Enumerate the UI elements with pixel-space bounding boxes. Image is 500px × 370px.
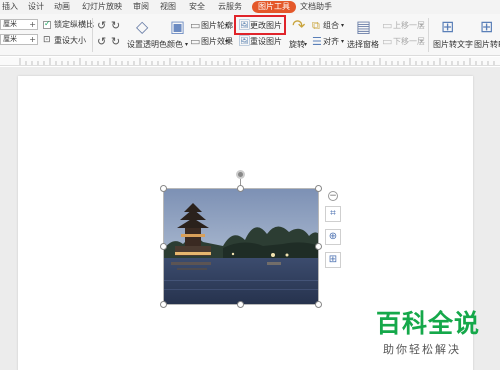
send-backward-dropdown-icon[interactable]: ▾ — [420, 37, 423, 47]
picture-effect-button[interactable]: 图片效果 — [201, 37, 233, 47]
flip-vertical-icon[interactable]: ↻ — [111, 36, 120, 47]
crop-tool-icon[interactable]: ⌗ — [325, 206, 341, 222]
transparency-icon: ◇ — [136, 17, 149, 36]
picture-outline-dropdown-icon[interactable]: ▾ — [225, 21, 228, 31]
tab-cloud-service[interactable]: 云服务 — [218, 0, 242, 13]
picture-outline-button[interactable]: 图片轮廓 — [201, 21, 233, 31]
tab-review[interactable]: 审阅 — [133, 0, 149, 13]
tab-slideshow[interactable]: 幻灯片放映 — [82, 0, 122, 13]
selection-pane-button[interactable]: 选择窗格 — [347, 40, 379, 50]
ribbon-toolbar: 厘米 + 厘米 + 锁定纵横比 ⊡ 重设大小 ↺ ↻ ↺ ↻ ◇ 设置透明色 ▣… — [0, 14, 500, 56]
picture-layout-icon[interactable]: ⊞ — [325, 252, 341, 268]
resize-handle-bottom-right[interactable] — [315, 301, 322, 308]
resize-handle-right[interactable] — [315, 243, 322, 250]
rotate-left-icon[interactable]: ↻ — [111, 20, 120, 31]
reset-size-icon: ⊡ — [43, 35, 51, 45]
picture-outline-icon: ▭ — [190, 19, 201, 32]
picture-effect-dropdown-icon[interactable]: ▾ — [225, 37, 228, 47]
set-transparent-color-button[interactable]: 设置透明色 — [127, 40, 167, 50]
ribbon-tab-bar: 插入 设计 动画 幻灯片放映 审阅 视图 安全 云服务 图片工具 文档助手 — [0, 0, 500, 14]
rotate-handle-icon[interactable] — [236, 170, 245, 179]
align-icon: ☰ — [312, 35, 322, 48]
bring-forward-dropdown-icon[interactable]: ▾ — [420, 21, 423, 31]
height-stepper[interactable]: 厘米 + — [0, 19, 38, 30]
collapse-tools-icon[interactable]: − — [328, 191, 338, 201]
ruler-ticks — [19, 58, 495, 65]
tab-doc-assistant[interactable]: 文档助手 — [300, 0, 332, 13]
width-increment-icon[interactable]: + — [29, 35, 36, 44]
horizontal-ruler — [0, 57, 500, 66]
resize-handle-top[interactable] — [237, 185, 244, 192]
flip-icon[interactable]: ↺ — [97, 36, 106, 47]
picture-to-pdf-button[interactable]: 图片转PD — [474, 40, 500, 50]
resize-handle-top-left[interactable] — [160, 185, 167, 192]
width-stepper[interactable]: 厘米 + — [0, 34, 38, 45]
group-button[interactable]: 组合 — [323, 21, 339, 31]
lock-ratio-label: 锁定纵横比 — [54, 20, 94, 29]
watermark-subtitle: 助你轻松解决 — [383, 343, 461, 356]
rotate-button[interactable]: 旋转 — [289, 40, 305, 50]
bring-forward-icon: ▭ — [382, 19, 393, 32]
ribbon-divider — [92, 18, 93, 52]
picture-effect-icon: ▭ — [190, 35, 201, 48]
tab-insert[interactable]: 插入 — [2, 0, 18, 13]
group-icon: ⧉ — [312, 19, 320, 32]
resize-handle-bottom-left[interactable] — [160, 301, 167, 308]
send-backward-icon: ▭ — [382, 35, 393, 48]
height-increment-icon[interactable]: + — [29, 20, 36, 29]
color-button[interactable]: 颜色 — [167, 40, 183, 50]
selection-pane-icon: ▤ — [356, 17, 372, 36]
reset-picture-icon: 🖼 — [238, 36, 251, 47]
app-window: 插入 设计 动画 幻灯片放映 审阅 视图 安全 云服务 图片工具 文档助手 厘米… — [0, 0, 500, 370]
change-picture-highlight — [234, 15, 286, 35]
rotate-icon: ↷ — [292, 16, 306, 35]
tab-design[interactable]: 设计 — [28, 0, 44, 13]
selected-picture[interactable] — [163, 188, 319, 305]
reset-size-button[interactable]: 重设大小 — [54, 36, 86, 46]
picture-to-text-button[interactable]: 图片转文字 — [433, 40, 473, 50]
rotate-dropdown-icon[interactable]: ▾ — [304, 40, 307, 50]
height-value: 厘米 — [3, 20, 17, 28]
picture-to-text-icon: ⊞ — [441, 17, 455, 36]
resize-handle-top-right[interactable] — [315, 185, 322, 192]
group-dropdown-icon[interactable]: ▾ — [341, 21, 344, 31]
resize-handle-bottom[interactable] — [237, 301, 244, 308]
zoom-tool-icon[interactable]: ⊕ — [325, 229, 341, 245]
align-dropdown-icon[interactable]: ▾ — [341, 37, 344, 47]
reset-picture-button[interactable]: 重设图片 — [250, 37, 282, 47]
color-dropdown-icon[interactable]: ▾ — [185, 40, 188, 50]
tab-view[interactable]: 视图 — [160, 0, 176, 13]
tab-picture-tools[interactable]: 图片工具 — [252, 1, 296, 13]
resize-handle-left[interactable] — [160, 243, 167, 250]
picture-pavilion-lake-scene — [163, 188, 319, 305]
picture-to-pdf-icon: ⊞ — [480, 17, 494, 36]
color-icon: ▣ — [170, 17, 186, 36]
align-button[interactable]: 对齐 — [323, 37, 339, 47]
tab-security[interactable]: 安全 — [189, 0, 205, 13]
width-value: 厘米 — [3, 35, 17, 43]
tab-animation[interactable]: 动画 — [54, 0, 70, 13]
ribbon-divider — [428, 18, 429, 52]
lock-ratio-checkbox[interactable] — [43, 19, 51, 29]
crop-icon[interactable]: ↺ — [97, 20, 106, 31]
watermark-title: 百科全说 — [376, 309, 481, 338]
